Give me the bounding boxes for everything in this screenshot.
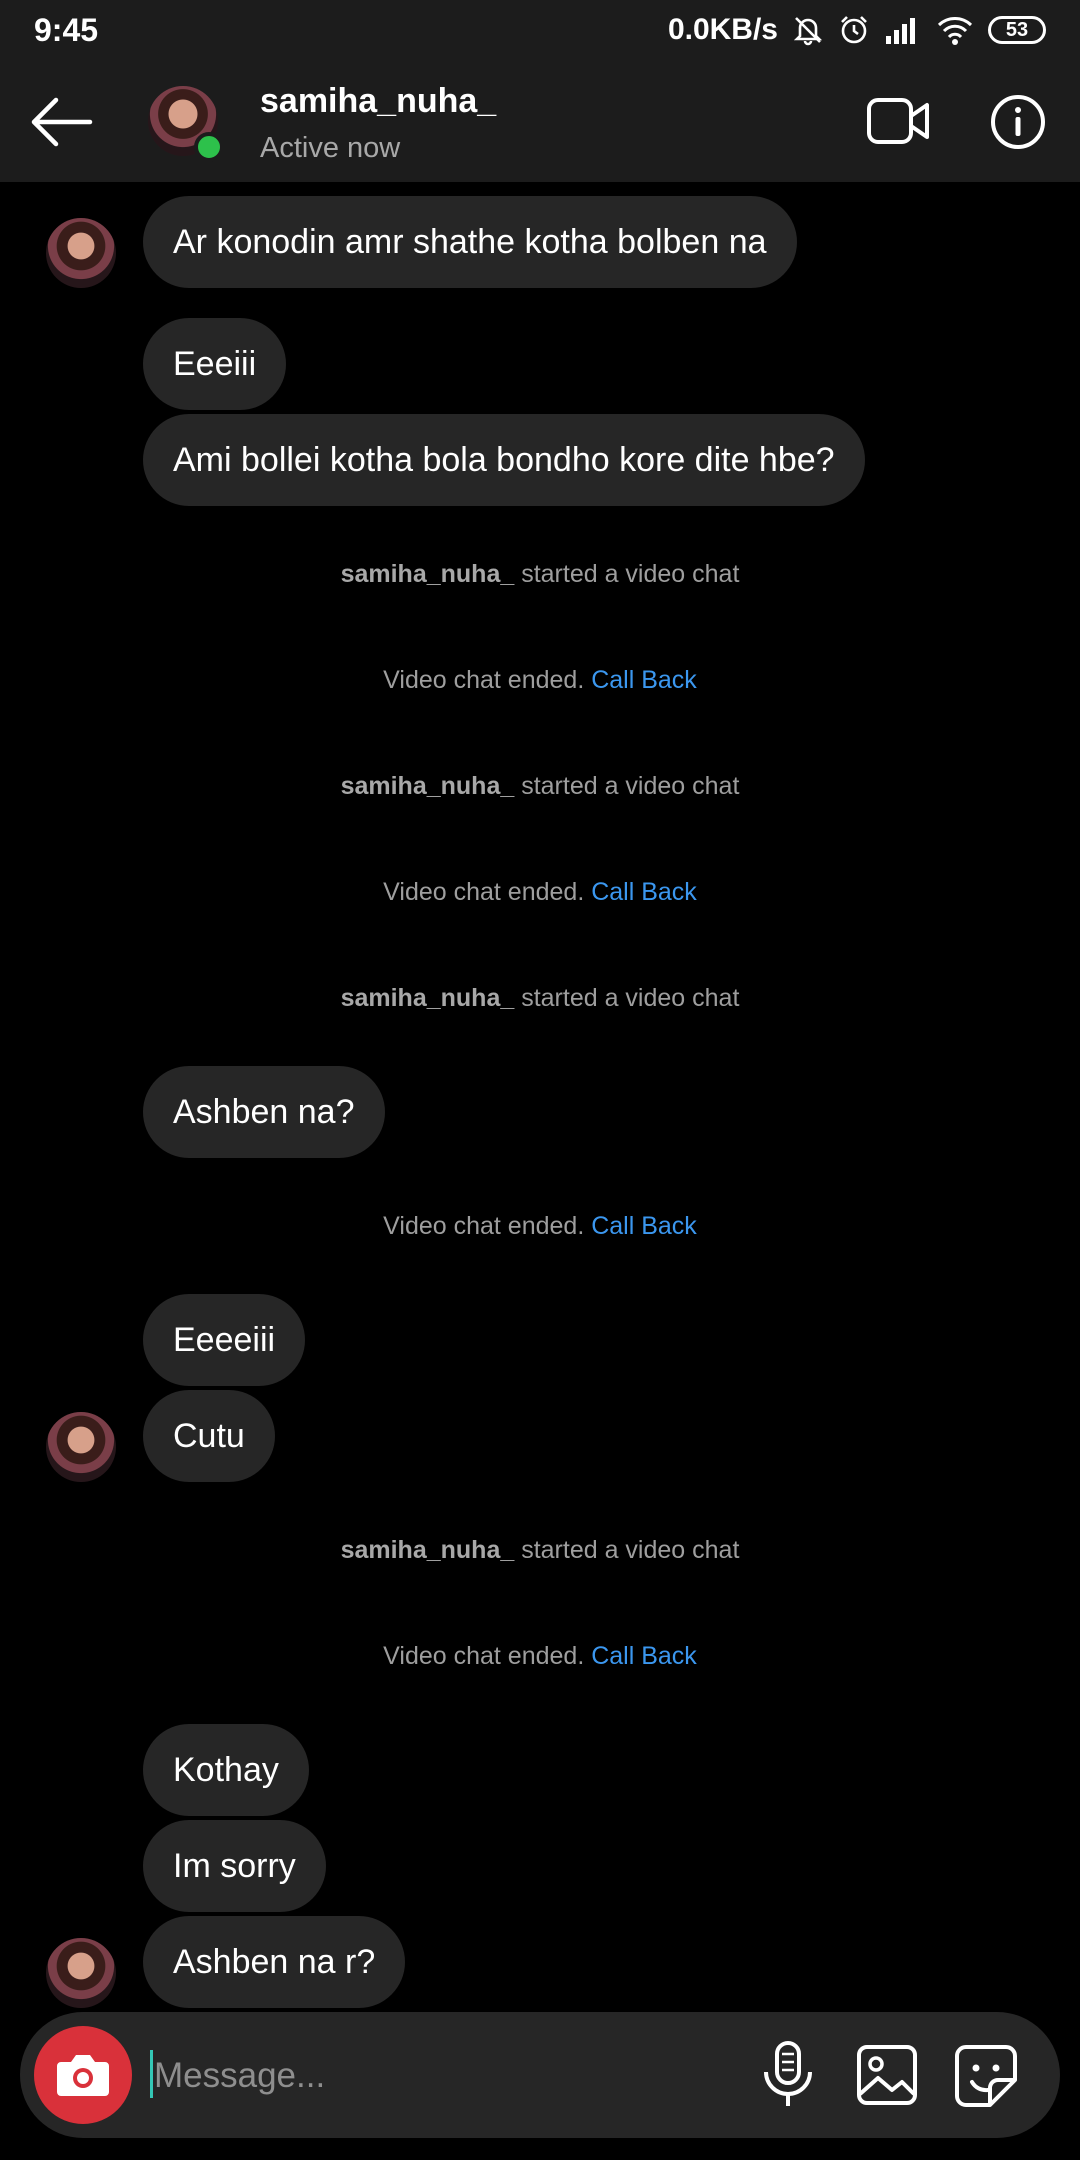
event-text: started a video chat (514, 772, 740, 800)
event-text: started a video chat (514, 560, 740, 588)
wifi-icon (937, 17, 973, 45)
chat-username[interactable]: samiha_nuha_ (260, 82, 496, 121)
message-composer (20, 2012, 1060, 2138)
camera-button[interactable] (34, 2026, 132, 2124)
avatar[interactable] (46, 218, 116, 288)
message-input[interactable] (152, 2042, 756, 2110)
message-bubble[interactable]: Cutu (143, 1390, 275, 1482)
video-chat-started: samiha_nuha_ started a video chat (0, 772, 1080, 801)
message-bubble[interactable]: Eeeeiii (143, 1294, 306, 1386)
event-text: started a video chat (514, 1536, 740, 1564)
message-bubble[interactable]: Eeeiii (143, 318, 287, 410)
video-chat-ended: Video chat ended. Call Back (0, 666, 1080, 695)
message-bubble[interactable]: Ashben na? (143, 1066, 385, 1158)
mute-bell-icon (793, 17, 823, 46)
call-back-link[interactable]: Call Back (591, 878, 697, 906)
message-bubble[interactable]: Ar konodin amr shathe kotha bolben na (143, 196, 797, 288)
video-chat-ended: Video chat ended. Call Back (0, 1642, 1080, 1671)
event-text: Video chat ended. (383, 1642, 592, 1670)
event-text: started a video chat (514, 984, 740, 1012)
video-chat-started: samiha_nuha_ started a video chat (0, 984, 1080, 1013)
status-bar: 9:45 0.0KB/s 53 (0, 0, 1080, 60)
microphone-icon[interactable] (758, 2040, 818, 2110)
call-back-link[interactable]: Call Back (591, 1212, 697, 1240)
event-actor: samiha_nuha_ (340, 560, 515, 588)
status-icons: 0.0KB/s 53 (668, 10, 1046, 50)
event-actor: samiha_nuha_ (340, 1536, 515, 1564)
network-speed: 0.0KB/s (667, 13, 778, 46)
avatar[interactable] (46, 1938, 116, 2008)
video-chat-ended: Video chat ended. Call Back (0, 1212, 1080, 1241)
message-bubble[interactable]: Ashben na r? (143, 1916, 406, 2008)
camera-icon (57, 2055, 109, 2096)
back-arrow-icon[interactable] (26, 94, 96, 150)
message-bubble[interactable]: Im sorry (143, 1820, 326, 1912)
battery-icon: 53 (988, 16, 1046, 44)
call-back-link[interactable]: Call Back (591, 666, 697, 694)
alarm-icon (841, 16, 867, 44)
status-time: 9:45 (34, 12, 99, 48)
event-actor: samiha_nuha_ (340, 984, 515, 1012)
chat-header: samiha_nuha_ Active now (0, 60, 1080, 182)
video-chat-started: samiha_nuha_ started a video chat (0, 1536, 1080, 1565)
info-icon[interactable] (990, 94, 1046, 150)
message-bubble[interactable]: Kothay (143, 1724, 309, 1816)
video-camera-icon[interactable] (866, 96, 930, 146)
message-bubble[interactable]: Ami bollei kotha bola bondho kore dite h… (143, 414, 865, 506)
call-back-link[interactable]: Call Back (591, 1642, 697, 1670)
signal-icon (886, 18, 915, 44)
gallery-icon[interactable] (856, 2044, 918, 2106)
video-chat-ended: Video chat ended. Call Back (0, 878, 1080, 907)
avatar[interactable] (46, 1412, 116, 1482)
event-text: Video chat ended. (383, 878, 592, 906)
sticker-icon[interactable] (954, 2044, 1018, 2108)
video-chat-started: samiha_nuha_ started a video chat (0, 560, 1080, 589)
event-text: Video chat ended. (383, 1212, 592, 1240)
event-text: Video chat ended. (383, 666, 592, 694)
active-status: Active now (260, 132, 401, 164)
event-actor: samiha_nuha_ (340, 772, 515, 800)
online-indicator (194, 132, 224, 162)
